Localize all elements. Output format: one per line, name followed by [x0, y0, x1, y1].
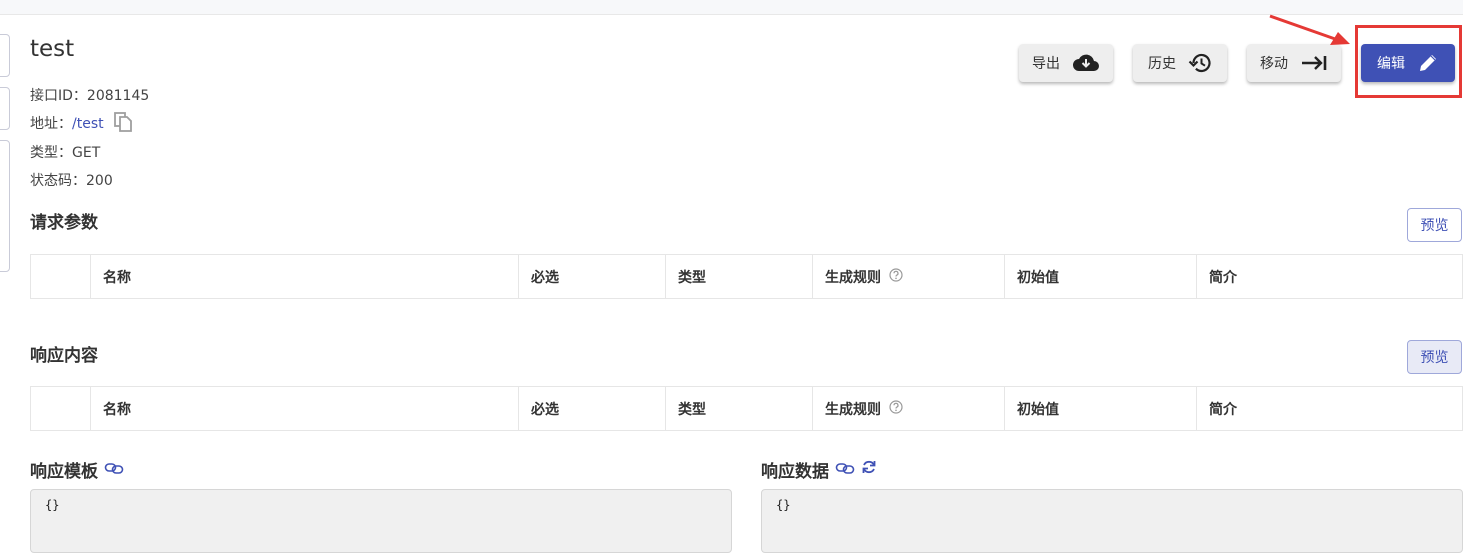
api-status-value: 200 — [86, 173, 113, 189]
request-params-table-header: 名称 必选 类型 生成规则 初始值 简介 — [30, 254, 1463, 299]
column-header-description: 简介 — [1209, 269, 1237, 286]
refresh-icon[interactable] — [861, 459, 877, 480]
arrow-to-right-icon — [1300, 53, 1328, 73]
copy-icon[interactable] — [114, 112, 132, 136]
link-icon[interactable] — [835, 460, 855, 480]
column-header-description: 简介 — [1209, 401, 1237, 418]
response-template-editor[interactable]: {} — [30, 489, 732, 553]
api-url-row: 地址：/test — [30, 112, 132, 136]
api-id-label: 接口ID： — [30, 88, 87, 104]
column-header-rule: 生成规则 — [813, 387, 1005, 430]
request-section-title: 请求参数 — [30, 213, 98, 233]
column-header-initial-value: 初始值 — [1005, 387, 1197, 430]
column-header-required: 必选 — [519, 387, 666, 430]
cloud-download-icon — [1072, 53, 1100, 73]
column-header-type: 类型 — [666, 387, 813, 430]
api-status-label: 状态码： — [30, 173, 86, 189]
history-button[interactable]: 历史 — [1133, 44, 1227, 82]
table-header-select-column — [31, 255, 91, 298]
column-header-name: 名称 — [91, 387, 519, 430]
response-data-title-label: 响应数据 — [761, 462, 829, 482]
export-button-label: 导出 — [1032, 56, 1060, 72]
api-type-label: 类型： — [30, 145, 72, 161]
response-template-title-label: 响应模板 — [30, 462, 98, 482]
api-url-link[interactable]: /test — [72, 116, 104, 132]
help-circle-icon[interactable] — [889, 399, 903, 418]
api-type-value: GET — [72, 145, 101, 161]
column-header-initial-value: 初始值 — [1005, 255, 1197, 298]
api-type-row: 类型：GET — [30, 142, 100, 162]
link-icon[interactable] — [104, 460, 124, 480]
top-bar — [0, 0, 1463, 15]
request-preview-button[interactable]: 预览 — [1407, 208, 1462, 242]
annotation-arrow — [1269, 14, 1350, 45]
response-preview-button[interactable]: 预览 — [1407, 340, 1462, 374]
api-status-row: 状态码：200 — [30, 170, 113, 190]
left-panel-stub[interactable] — [0, 87, 10, 130]
response-section-title: 响应内容 — [30, 346, 98, 366]
api-id-value: 2081145 — [86, 88, 150, 104]
table-header-select-column — [31, 387, 91, 430]
api-url-label: 地址： — [30, 116, 72, 132]
column-header-required: 必选 — [519, 255, 666, 298]
api-name: test — [30, 36, 75, 62]
column-header-rule-label: 生成规则 — [825, 401, 881, 418]
response-data-viewer[interactable]: {} — [761, 489, 1463, 553]
left-panel-stub[interactable] — [0, 140, 10, 272]
left-panel-stub[interactable] — [0, 34, 10, 77]
api-id-row: 接口ID：2081145 — [30, 85, 149, 105]
column-header-rule: 生成规则 — [813, 255, 1005, 298]
response-template-title: 响应模板 — [30, 457, 124, 482]
annotation-highlight-box — [1355, 25, 1462, 98]
response-data-title: 响应数据 — [761, 457, 877, 482]
column-header-rule-label: 生成规则 — [825, 269, 881, 286]
history-icon — [1188, 52, 1212, 74]
column-header-type: 类型 — [666, 255, 813, 298]
help-circle-icon[interactable] — [889, 267, 903, 286]
move-button-label: 移动 — [1260, 56, 1288, 72]
export-button[interactable]: 导出 — [1019, 44, 1113, 82]
history-button-label: 历史 — [1148, 56, 1176, 72]
response-params-table-header: 名称 必选 类型 生成规则 初始值 简介 — [30, 386, 1463, 431]
column-header-name: 名称 — [91, 255, 519, 298]
